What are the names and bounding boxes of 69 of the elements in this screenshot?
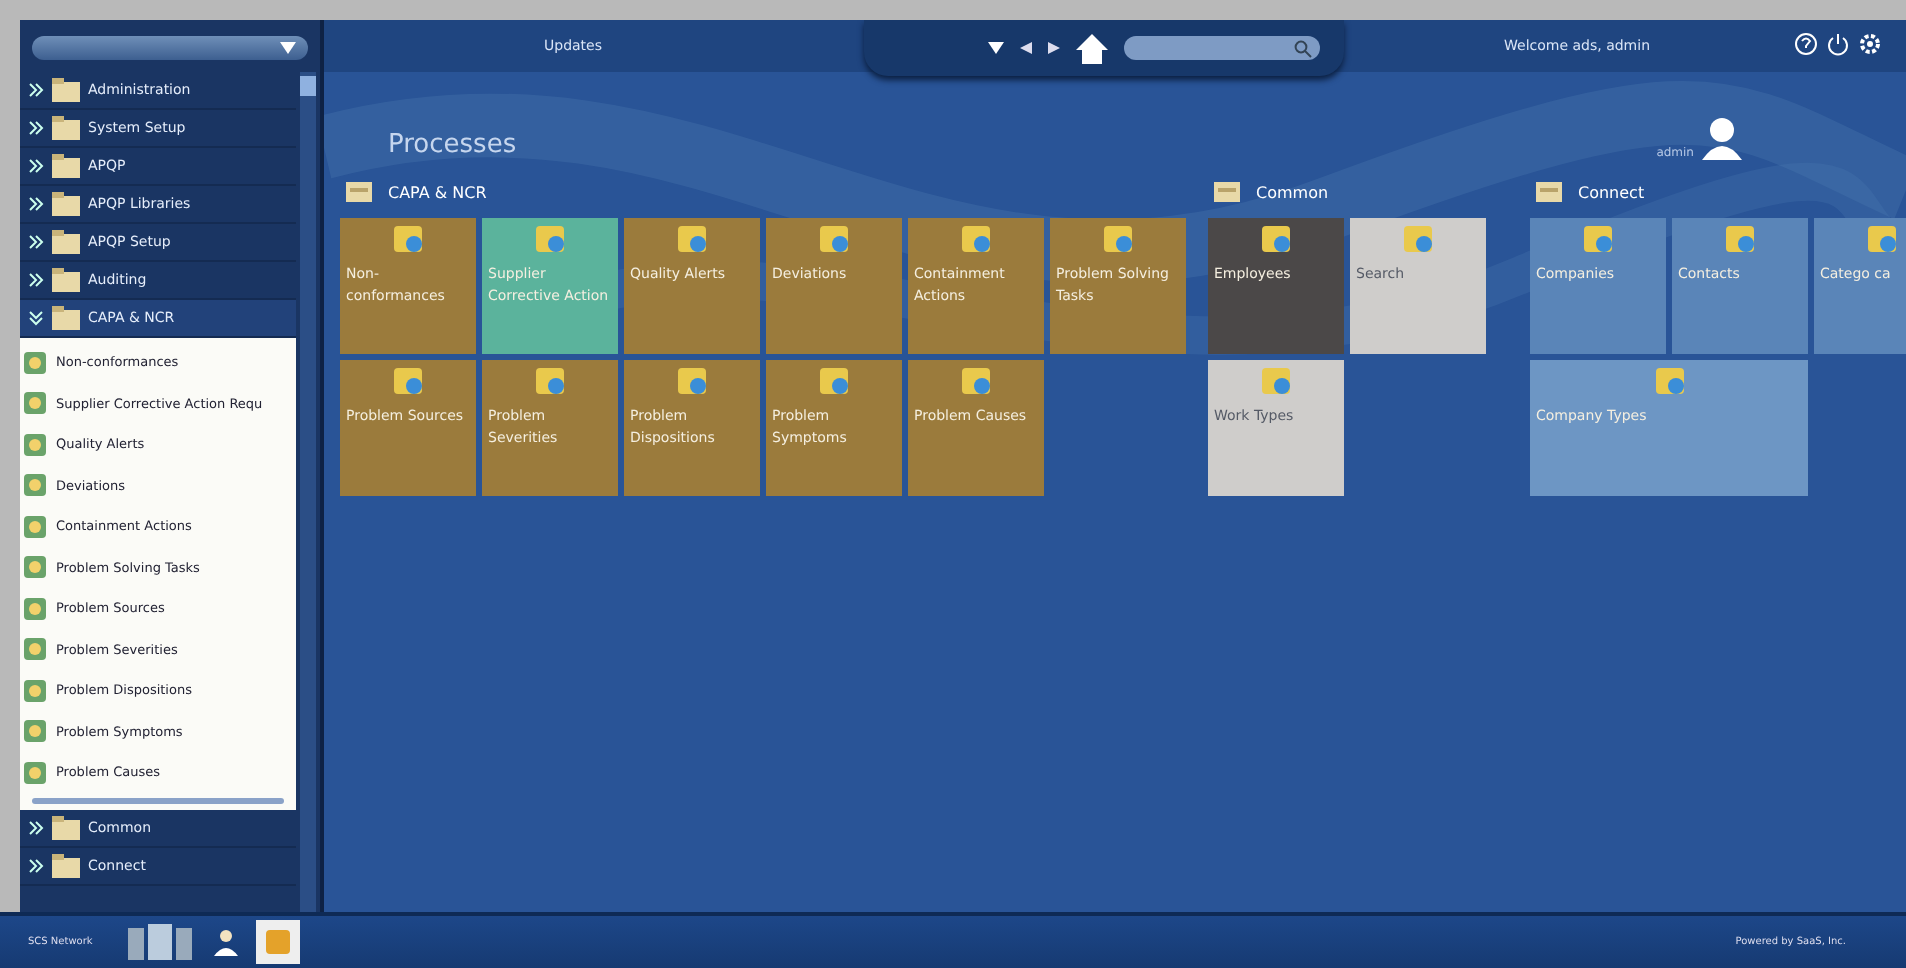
module-icon [1726,226,1754,252]
module-icon [962,368,990,394]
folder-icon [52,78,80,102]
chevron-icon [28,272,44,288]
chevron-icon [28,82,44,98]
home-icon[interactable] [1076,33,1108,63]
folder-icon [52,192,80,216]
chevron-icon [28,234,44,250]
module-icon [1262,226,1290,252]
power-icon[interactable] [1826,32,1850,56]
module-icon [24,679,46,702]
group-title: Connect [1578,183,1645,201]
module-icon [394,226,422,252]
folder-icon [52,306,80,330]
module-icon [678,226,706,252]
module-icon [678,368,706,394]
group-icon [1214,182,1240,202]
chevron-icon [28,120,44,136]
scrollbar[interactable] [32,797,284,803]
scrollbar[interactable] [300,72,316,913]
search-icon [1294,39,1312,57]
module-icon [24,433,46,456]
chevron-icon [28,819,44,835]
module-icon [24,597,46,620]
chevron-icon [28,158,44,174]
group-icon [1536,182,1562,202]
module-icon [1868,226,1896,252]
forward-icon[interactable] [1048,42,1060,54]
module-icon [24,556,46,579]
user-icon[interactable] [1702,116,1742,160]
app-icon[interactable] [256,920,300,965]
module-icon [820,226,848,252]
module-icon [24,351,46,374]
module-icon [1262,368,1290,394]
module-icon [1655,368,1683,394]
module-icon [1104,226,1132,252]
settings-icon[interactable] [1858,32,1882,56]
folder-icon [52,268,80,292]
help-icon[interactable] [1794,32,1818,56]
caret-icon [280,42,296,54]
module-icon [24,638,46,661]
module-icon [820,368,848,394]
module-icon [24,474,46,497]
module-icon [536,226,564,252]
group-title: Common [1256,183,1329,201]
back-icon[interactable] [1020,42,1032,54]
chevron-icon [28,310,44,326]
group-title: CAPA & NCR [388,183,487,201]
search-field[interactable] [1124,36,1320,60]
folder-icon [52,116,80,140]
module-icon [1584,226,1612,252]
module-icon [962,226,990,252]
group-icon [346,182,372,202]
folder-icon [52,154,80,178]
chevron-icon [28,196,44,212]
module-icon [24,392,46,415]
module-icon [24,761,46,784]
module-icon [1404,226,1432,252]
folder-icon [52,853,80,877]
module-icon [24,515,46,538]
person-icon[interactable] [212,928,240,957]
module-icon [536,368,564,394]
module-icon [24,720,46,743]
page-title: Processes [388,130,517,160]
chevron-icon [28,857,44,873]
folder-icon [52,815,80,839]
caret-icon[interactable] [988,42,1004,54]
folder-icon [52,230,80,254]
module-icon [394,368,422,394]
